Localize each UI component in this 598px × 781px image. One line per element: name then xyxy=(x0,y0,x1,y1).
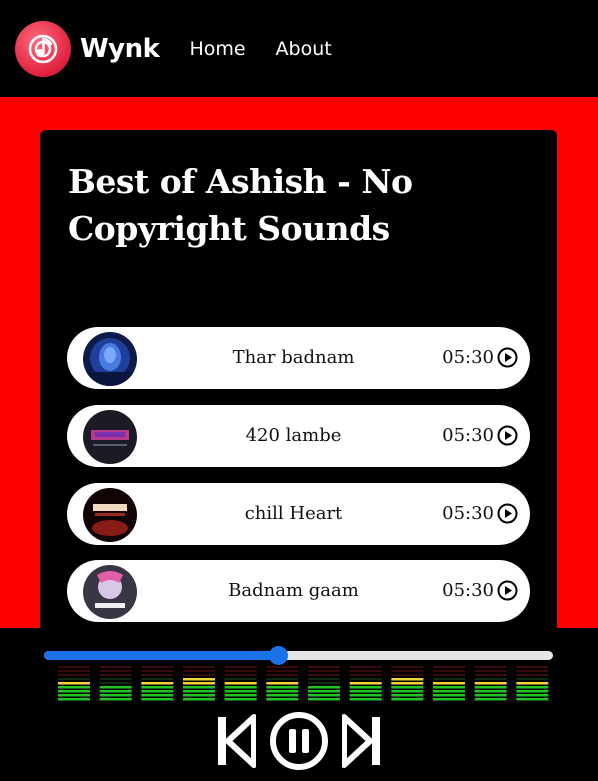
song-item[interactable]: Thar badnam 05:30 xyxy=(67,327,530,389)
equalizer-bar xyxy=(99,666,132,701)
playlist-card: Best of Ashish - No Copyright Sounds Tha… xyxy=(40,130,557,650)
play-circle-icon[interactable] xyxy=(497,503,518,524)
previous-icon[interactable] xyxy=(216,713,256,769)
song-item[interactable]: Badnam gaam 05:30 xyxy=(67,560,530,622)
song-item[interactable]: chill Heart 05:30 xyxy=(67,483,530,545)
equalizer-bar xyxy=(474,666,507,701)
equalizer-bar xyxy=(141,666,174,701)
seek-handle[interactable] xyxy=(269,646,289,665)
nav-home-link[interactable]: Home xyxy=(189,38,245,60)
equalizer-bar xyxy=(349,666,382,701)
navbar: Wynk Home About xyxy=(0,0,598,97)
song-cover xyxy=(83,565,137,619)
song-cover xyxy=(83,488,137,542)
equalizer-bar xyxy=(58,666,90,701)
song-cover xyxy=(83,410,137,464)
song-cover xyxy=(83,332,137,386)
play-circle-icon[interactable] xyxy=(497,347,518,368)
next-icon[interactable] xyxy=(342,713,382,769)
play-circle-icon[interactable] xyxy=(497,425,518,446)
equalizer-visualizer xyxy=(58,666,549,701)
song-duration: 05:30 xyxy=(442,580,494,601)
song-duration: 05:30 xyxy=(442,425,494,446)
playlist-title: Best of Ashish - No Copyright Sounds xyxy=(68,162,413,248)
seek-progress xyxy=(44,651,279,660)
equalizer-bar xyxy=(183,666,215,701)
pause-icon[interactable] xyxy=(268,710,330,772)
play-circle-icon[interactable] xyxy=(497,580,518,601)
equalizer-bar xyxy=(516,666,549,701)
equalizer-bar xyxy=(224,666,257,701)
equalizer-bar xyxy=(266,666,299,701)
equalizer-bar xyxy=(308,666,340,701)
nav-about-link[interactable]: About xyxy=(276,38,332,60)
equalizer-bar xyxy=(391,666,424,701)
brand-name[interactable]: Wynk xyxy=(80,34,160,64)
seek-slider[interactable] xyxy=(44,646,553,665)
song-duration: 05:30 xyxy=(442,347,494,368)
song-title: 420 lambe xyxy=(245,425,342,446)
song-duration: 05:30 xyxy=(442,503,494,524)
song-title: chill Heart xyxy=(244,503,343,524)
song-item[interactable]: 420 lambe 05:30 xyxy=(67,405,530,467)
playback-controls xyxy=(0,710,598,772)
music-note-icon xyxy=(28,34,58,63)
equalizer-bar xyxy=(433,666,465,701)
song-title: Badnam gaam xyxy=(228,580,359,601)
song-title: Thar badnam xyxy=(232,347,355,368)
player-bar xyxy=(0,628,598,781)
logo[interactable] xyxy=(15,20,71,77)
